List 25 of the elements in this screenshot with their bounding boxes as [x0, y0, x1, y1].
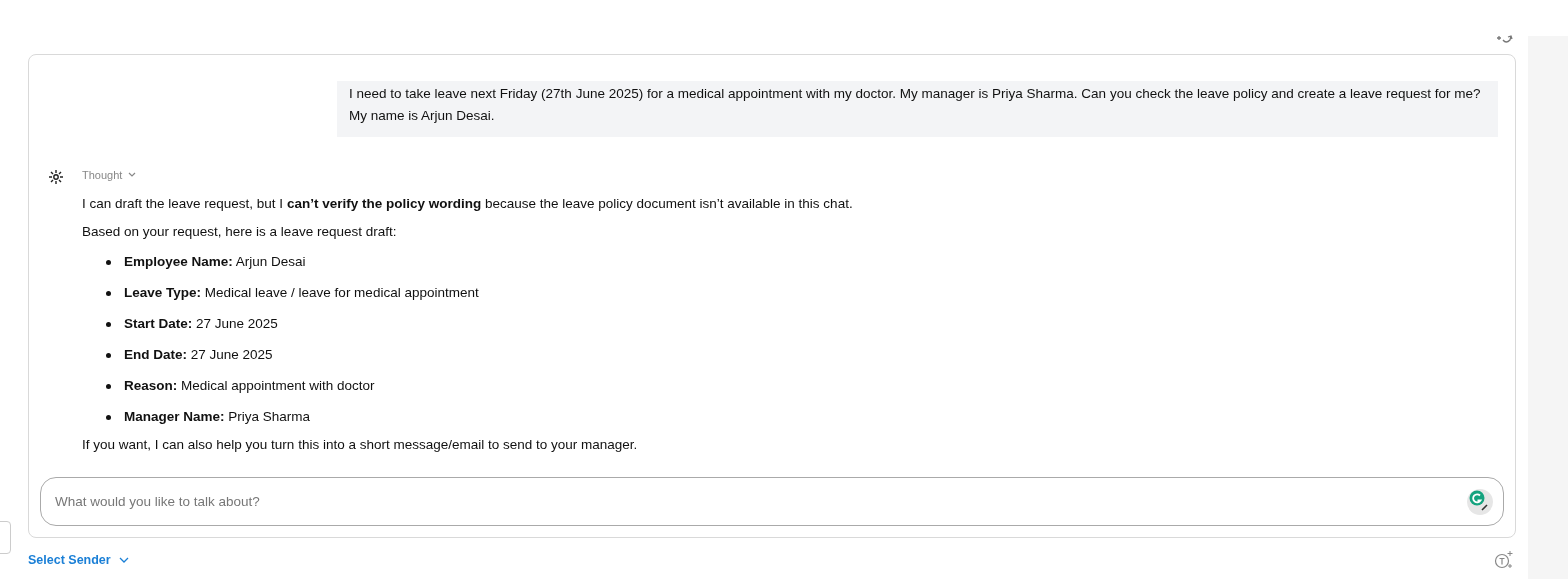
chevron-icon — [128, 172, 137, 178]
response-paragraph: If you want, I can also help you turn this into a short message/email to send to your manager. — [82, 436, 639, 454]
list-item: Manager Name: Priya Sharma — [124, 408, 311, 426]
message-input[interactable]: What would you like to talk about? — [40, 477, 1504, 526]
grammar-assistant-icon[interactable] — [1466, 488, 1494, 516]
bullet-icon — [106, 290, 111, 296]
list-item: End Date: 27 June 2025 — [124, 346, 273, 364]
chevron-icon — [118, 557, 129, 563]
sparkle-icon — [48, 169, 64, 185]
text-sparkle-icon[interactable] — [1494, 550, 1514, 570]
response-paragraph: I can draft the leave request, but I can’t verify the policy wording because the leave policy document isn’t available in this chat. — [82, 195, 853, 213]
bullet-icon — [106, 414, 111, 420]
select-sender-dropdown[interactable]: Select Sender — [28, 553, 129, 567]
bullet-icon — [106, 259, 111, 265]
list-item: Leave Type: Medical leave / leave for medical appointment — [124, 284, 479, 302]
user-message: I need to take leave next Friday (27th June 2025) for a medical appointment with my doctor. My manager is Priya Sharma. Can you check the leave policy and create a leave request for me? My name is Arjun Desai. — [337, 81, 1498, 137]
response-paragraph: Based on your request, here is a leave request draft: — [82, 223, 398, 241]
list-item: Start Date: 27 June 2025 — [124, 315, 278, 333]
bullet-icon — [106, 352, 111, 358]
bullet-icon — [106, 383, 111, 389]
list-item: Employee Name: Arjun Desai — [124, 253, 306, 271]
bullet-icon — [106, 321, 111, 327]
thought-toggle[interactable]: Thought — [82, 163, 137, 187]
list-item: Reason: Medical appointment with doctor — [124, 377, 375, 395]
redo-icon[interactable] — [1496, 33, 1514, 45]
